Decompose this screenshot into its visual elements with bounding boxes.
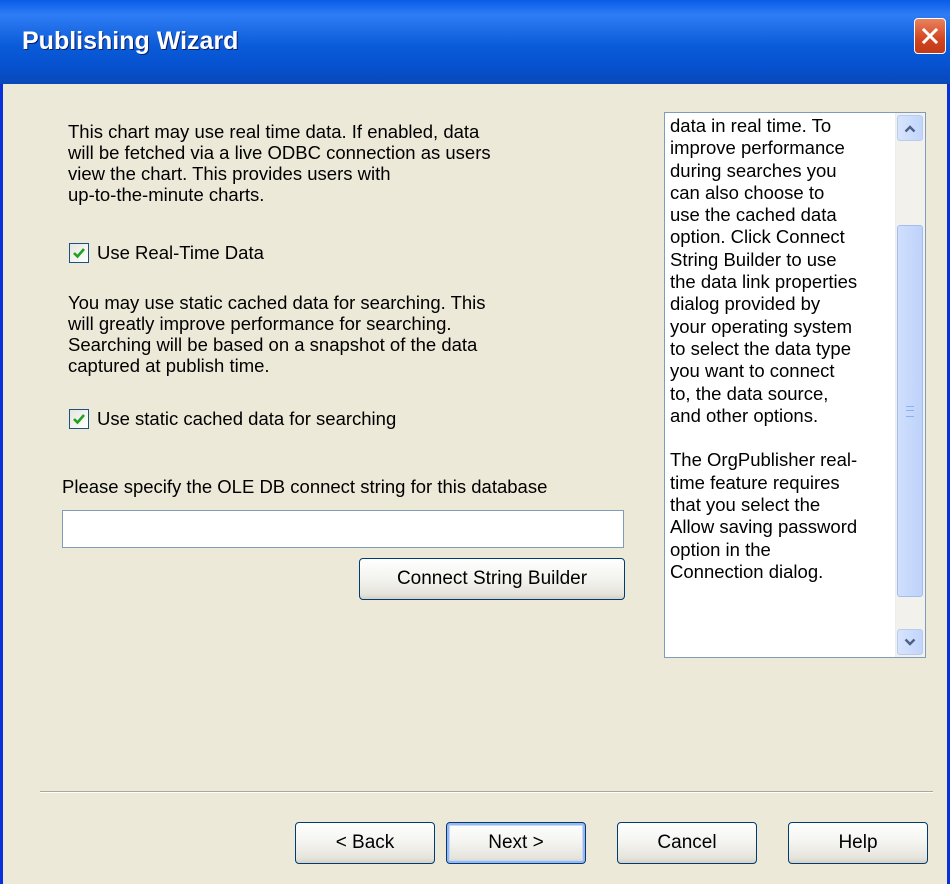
close-button[interactable] [914, 18, 946, 54]
chevron-down-icon [904, 638, 916, 646]
thumb-grip [906, 405, 914, 417]
scrollbar-thumb[interactable] [897, 225, 923, 597]
scroll-up-button[interactable] [897, 115, 923, 141]
scroll-down-button[interactable] [897, 629, 923, 655]
help-text: data in real time. To improve performanc… [670, 115, 858, 582]
use-cached-label[interactable]: Use static cached data for searching [97, 408, 396, 430]
checkmark-icon [73, 248, 85, 259]
title-bar[interactable]: Publishing Wizard [0, 0, 950, 84]
cached-description: You may use static cached data for searc… [68, 292, 568, 376]
realtime-description-text: This chart may use real time data. If en… [68, 121, 491, 205]
use-realtime-label[interactable]: Use Real-Time Data [97, 242, 264, 264]
back-button[interactable]: < Back [295, 822, 435, 864]
use-realtime-checkbox[interactable] [69, 243, 89, 263]
checkmark-icon [73, 414, 85, 425]
realtime-description: This chart may use real time data. If en… [68, 121, 568, 205]
connect-string-builder-button[interactable]: Connect String Builder [359, 558, 625, 600]
window-title: Publishing Wizard [22, 27, 239, 55]
cancel-button[interactable]: Cancel [617, 822, 757, 864]
connect-string-label: Please specify the OLE DB connect string… [62, 476, 548, 497]
help-scrollbar[interactable] [895, 113, 925, 657]
help-text-pane[interactable]: data in real time. To improve performanc… [664, 112, 926, 658]
use-cached-checkbox-row[interactable]: Use static cached data for searching [69, 408, 396, 430]
footer-separator [40, 791, 933, 793]
help-button[interactable]: Help [788, 822, 928, 864]
next-button[interactable]: Next > [446, 822, 586, 864]
chevron-up-icon [904, 124, 916, 132]
use-cached-checkbox[interactable] [69, 409, 89, 429]
use-realtime-checkbox-row[interactable]: Use Real-Time Data [69, 242, 264, 264]
connect-string-input[interactable] [62, 510, 624, 548]
close-icon [921, 27, 939, 45]
publishing-wizard-dialog: Publishing Wizard This chart may use rea… [0, 0, 950, 884]
dialog-content: This chart may use real time data. If en… [3, 84, 947, 884]
cached-description-text: You may use static cached data for searc… [68, 292, 486, 376]
